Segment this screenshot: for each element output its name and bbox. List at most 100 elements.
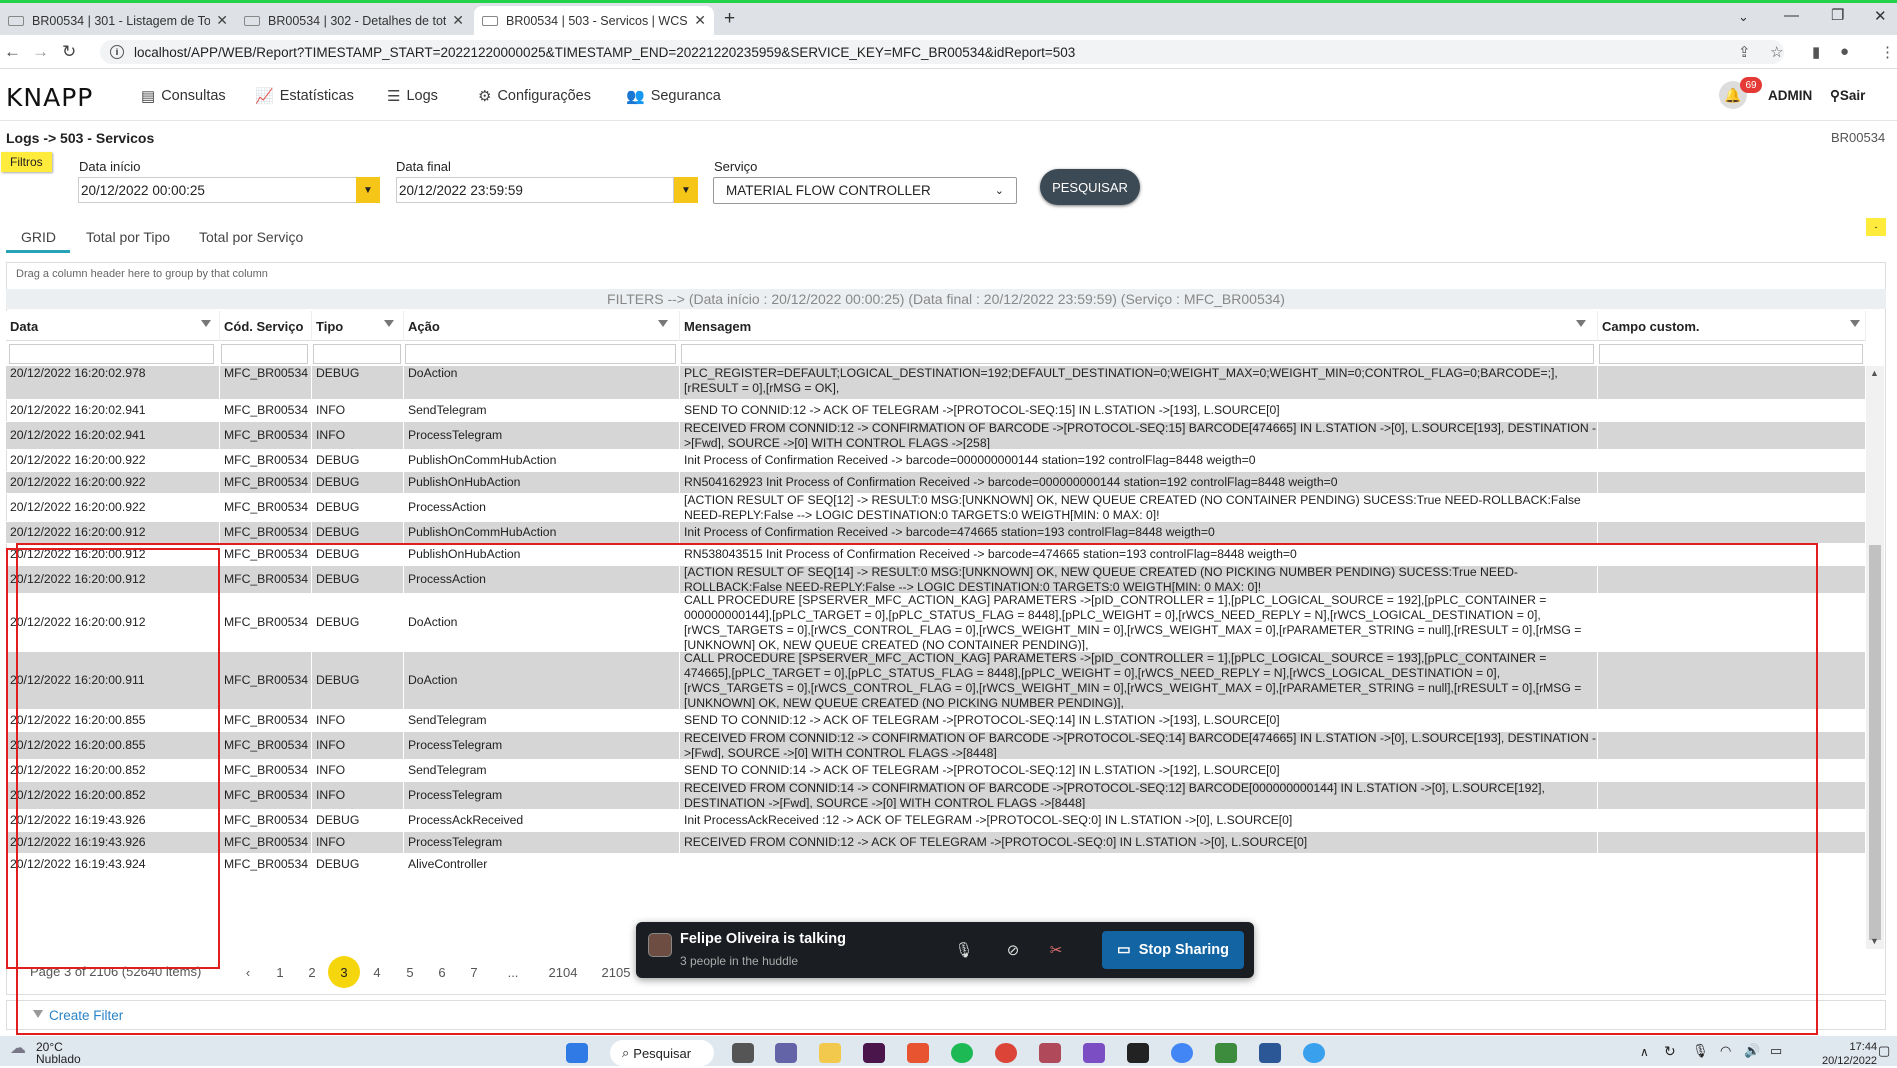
cell-tipo: DEBUG <box>312 450 404 471</box>
start-icon[interactable] <box>566 1043 588 1063</box>
camera-off-icon[interactable]: ⊘ <box>998 937 1028 963</box>
minimize-icon[interactable]: — <box>1784 7 1799 24</box>
menu-configuracoes[interactable]: ⚙ Configurações <box>478 87 591 105</box>
volume-icon[interactable]: 🔊 <box>1744 1043 1760 1059</box>
table-row[interactable]: 20/12/2022 16:20:02.978 MFC_BR00534 DEBUG D… <box>6 366 1866 400</box>
column-header-mensagem[interactable]: Mensagem <box>680 311 1598 341</box>
tab-grid[interactable]: GRID <box>21 229 56 245</box>
task-view-icon[interactable] <box>732 1043 754 1063</box>
kebab-menu-icon[interactable]: ⋮ <box>1880 43 1895 61</box>
cell-acao: ProcessTelegram <box>404 422 680 449</box>
reload-icon[interactable]: ↻ <box>62 42 76 62</box>
browser-tab-active[interactable]: BR00534 | 503 - Servicos | WCS V ✕ <box>474 6 714 35</box>
star-icon[interactable]: ☆ <box>1770 43 1783 61</box>
visual-studio-icon[interactable] <box>1083 1043 1105 1063</box>
close-window-icon[interactable]: ✕ <box>1874 7 1887 25</box>
table-row[interactable]: 20/12/2022 16:20:02.941 MFC_BR00534 INFO Se… <box>6 400 1866 422</box>
share-icon[interactable]: ⇪ <box>1738 43 1751 61</box>
slack-icon[interactable] <box>863 1043 885 1063</box>
tool-icon[interactable] <box>1039 1043 1061 1063</box>
menu-seguranca[interactable]: 👥 Seguranca <box>626 87 721 105</box>
scrollbar-thumb[interactable] <box>1869 545 1881 940</box>
browser-tab[interactable]: BR00534 | 301 - Listagem de Tota ✕ <box>0 6 236 35</box>
rider-icon[interactable] <box>1127 1043 1149 1063</box>
scroll-down-icon[interactable]: ▼ <box>1870 936 1879 946</box>
filter-icon[interactable] <box>201 320 211 327</box>
start-date-input[interactable]: 20/12/2022 00:00:25 <box>78 177 358 203</box>
menu-estatisticas[interactable]: 📈 Estatísticas <box>255 87 354 105</box>
back-icon[interactable]: ← <box>4 42 21 62</box>
browser-tab[interactable]: BR00534 | 302 - Detalhes de tota ✕ <box>236 6 472 35</box>
app-icon[interactable] <box>1259 1043 1281 1063</box>
site-info-icon[interactable]: i <box>110 45 124 59</box>
stop-sharing-button[interactable]: ▭ Stop Sharing <box>1102 931 1244 969</box>
scroll-up-icon[interactable]: ▲ <box>1870 368 1879 378</box>
filter-icon[interactable] <box>384 320 394 327</box>
column-header-cod-servico[interactable]: Cód. Serviço <box>220 311 312 341</box>
spotify-icon[interactable] <box>951 1043 973 1063</box>
filter-input-campo-custom[interactable] <box>1599 344 1863 364</box>
chevron-down-icon[interactable]: ⌄ <box>1738 9 1749 25</box>
wifi-icon[interactable]: ◠ <box>1720 1043 1731 1059</box>
profile-icon[interactable]: ● <box>1840 43 1849 60</box>
service-select[interactable]: MATERIAL FLOW CONTROLLER ⌄ <box>713 177 1017 204</box>
table-row[interactable]: 20/12/2022 16:20:00.922 MFC_BR00534 DEBUG P… <box>6 472 1866 494</box>
table-row[interactable]: 20/12/2022 16:20:00.912 MFC_BR00534 DEBUG P… <box>6 522 1866 544</box>
group-panel-hint[interactable]: Drag a column header here to group by th… <box>16 268 268 280</box>
filter-input-cod-servico[interactable] <box>221 344 308 364</box>
filter-input-data[interactable] <box>9 344 214 364</box>
explorer-icon[interactable] <box>819 1043 841 1063</box>
header-label: Campo custom. <box>1602 319 1700 334</box>
forward-icon[interactable]: → <box>32 42 49 62</box>
close-icon[interactable]: ✕ <box>452 12 464 29</box>
search-button[interactable]: PESQUISAR <box>1040 169 1140 205</box>
close-icon[interactable]: ✕ <box>216 12 228 29</box>
table-row[interactable]: 20/12/2022 16:20:02.941 MFC_BR00534 INFO Pr… <box>6 422 1866 450</box>
end-date-input[interactable]: 20/12/2022 23:59:59 <box>396 177 674 203</box>
url-text: localhost/APP/WEB/Report?TIMESTAMP_START… <box>134 44 1076 60</box>
teams-icon[interactable] <box>775 1043 797 1063</box>
tab-total-por-servico[interactable]: Total por Serviço <box>199 229 303 245</box>
tab-total-por-tipo[interactable]: Total por Tipo <box>86 229 170 245</box>
microphone-icon[interactable]: 🎙 <box>1692 1043 1709 1059</box>
url-field[interactable]: i localhost/APP/WEB/Report?TIMESTAMP_STA… <box>100 40 1784 64</box>
table-row[interactable]: 20/12/2022 16:20:00.922 MFC_BR00534 DEBUG P… <box>6 450 1866 472</box>
screen-share-off-icon[interactable]: ✂ <box>1041 937 1071 963</box>
taskbar-search[interactable]: ⌕ Pesquisar <box>610 1040 714 1066</box>
column-header-campo-custom[interactable]: Campo custom. <box>1598 311 1866 341</box>
new-tab-icon[interactable]: + <box>724 8 735 30</box>
filter-input-acao[interactable] <box>405 344 676 364</box>
notepad-icon[interactable] <box>1215 1043 1237 1063</box>
filter-icon[interactable] <box>1576 320 1586 327</box>
sidepanel-icon[interactable]: ▮ <box>1812 43 1820 61</box>
column-header-data[interactable]: Data <box>6 311 220 341</box>
filter-input-tipo[interactable] <box>313 344 401 364</box>
system-clock[interactable]: 17:44 20/12/2022 <box>1822 1040 1877 1068</box>
chrome-icon[interactable] <box>1171 1043 1193 1063</box>
git-icon[interactable] <box>907 1043 929 1063</box>
collapse-toggle[interactable]: - <box>1866 218 1886 236</box>
microphone-icon[interactable]: 🎙 <box>949 937 979 963</box>
app-icon[interactable] <box>1303 1043 1325 1063</box>
close-icon[interactable]: ✕ <box>694 12 706 29</box>
filter-icon[interactable] <box>658 320 668 327</box>
filters-summary: FILTERS --> (Data início : 20/12/2022 00… <box>6 289 1886 309</box>
restore-icon[interactable]: ❐ <box>1831 6 1844 24</box>
user-name[interactable]: ADMIN <box>1768 88 1812 103</box>
end-date-dropdown-icon[interactable]: ▼ <box>674 177 698 203</box>
filter-icon[interactable] <box>1850 320 1860 327</box>
notification-center-icon[interactable]: ▢ <box>1878 1043 1890 1059</box>
filter-input-mensagem[interactable] <box>681 344 1594 364</box>
logout-button[interactable]: ⚲Sair <box>1830 88 1865 104</box>
menu-consultas[interactable]: ▤ Consultas <box>141 87 226 105</box>
menu-label: Seguranca <box>650 88 721 104</box>
chrome-icon[interactable] <box>995 1043 1017 1063</box>
weather-widget[interactable]: ☁ 20°C Nublado <box>10 1041 81 1066</box>
start-date-dropdown-icon[interactable]: ▼ <box>356 177 380 203</box>
table-row[interactable]: 20/12/2022 16:20:00.922 MFC_BR00534 DEBUG P… <box>6 494 1866 522</box>
menu-logs[interactable]: ☰ Logs <box>387 87 438 105</box>
sync-icon[interactable]: ↻ <box>1664 1043 1676 1060</box>
column-header-acao[interactable]: Ação <box>404 311 680 341</box>
battery-icon[interactable]: ▭ <box>1770 1043 1782 1059</box>
tray-chevron-icon[interactable]: ∧ <box>1640 1045 1649 1059</box>
